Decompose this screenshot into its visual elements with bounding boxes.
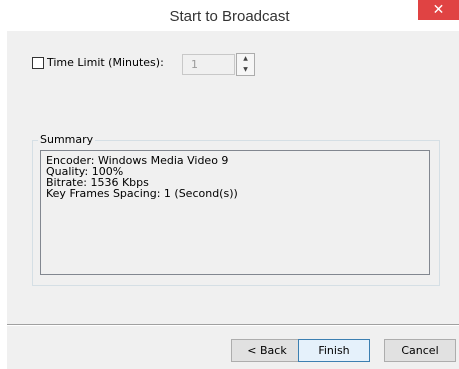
close-icon: ✕ — [432, 2, 445, 18]
spin-down-icon[interactable]: ▼ — [237, 65, 254, 75]
time-limit-input[interactable]: 1 — [182, 54, 235, 75]
button-separator — [7, 324, 459, 326]
finish-button[interactable]: Finish — [298, 339, 370, 362]
time-limit-label[interactable]: Time Limit (Minutes): — [47, 56, 164, 70]
summary-textbox[interactable]: Encoder: Windows Media Video 9 Quality: … — [40, 150, 430, 275]
time-limit-checkbox[interactable] — [32, 57, 44, 69]
spin-up-icon[interactable]: ▲ — [237, 54, 254, 64]
back-button[interactable]: < Back — [231, 339, 303, 362]
close-button[interactable]: ✕ — [418, 0, 459, 20]
window-title: Start to Broadcast — [169, 8, 290, 25]
cancel-button[interactable]: Cancel — [384, 339, 456, 362]
summary-group-title: Summary — [38, 133, 96, 146]
time-limit-spinner[interactable]: ▲ ▼ — [236, 53, 255, 76]
title-bar: Start to Broadcast ✕ — [0, 0, 459, 31]
summary-line-keyframes: Key Frames Spacing: 1 (Second(s)) — [46, 187, 238, 200]
